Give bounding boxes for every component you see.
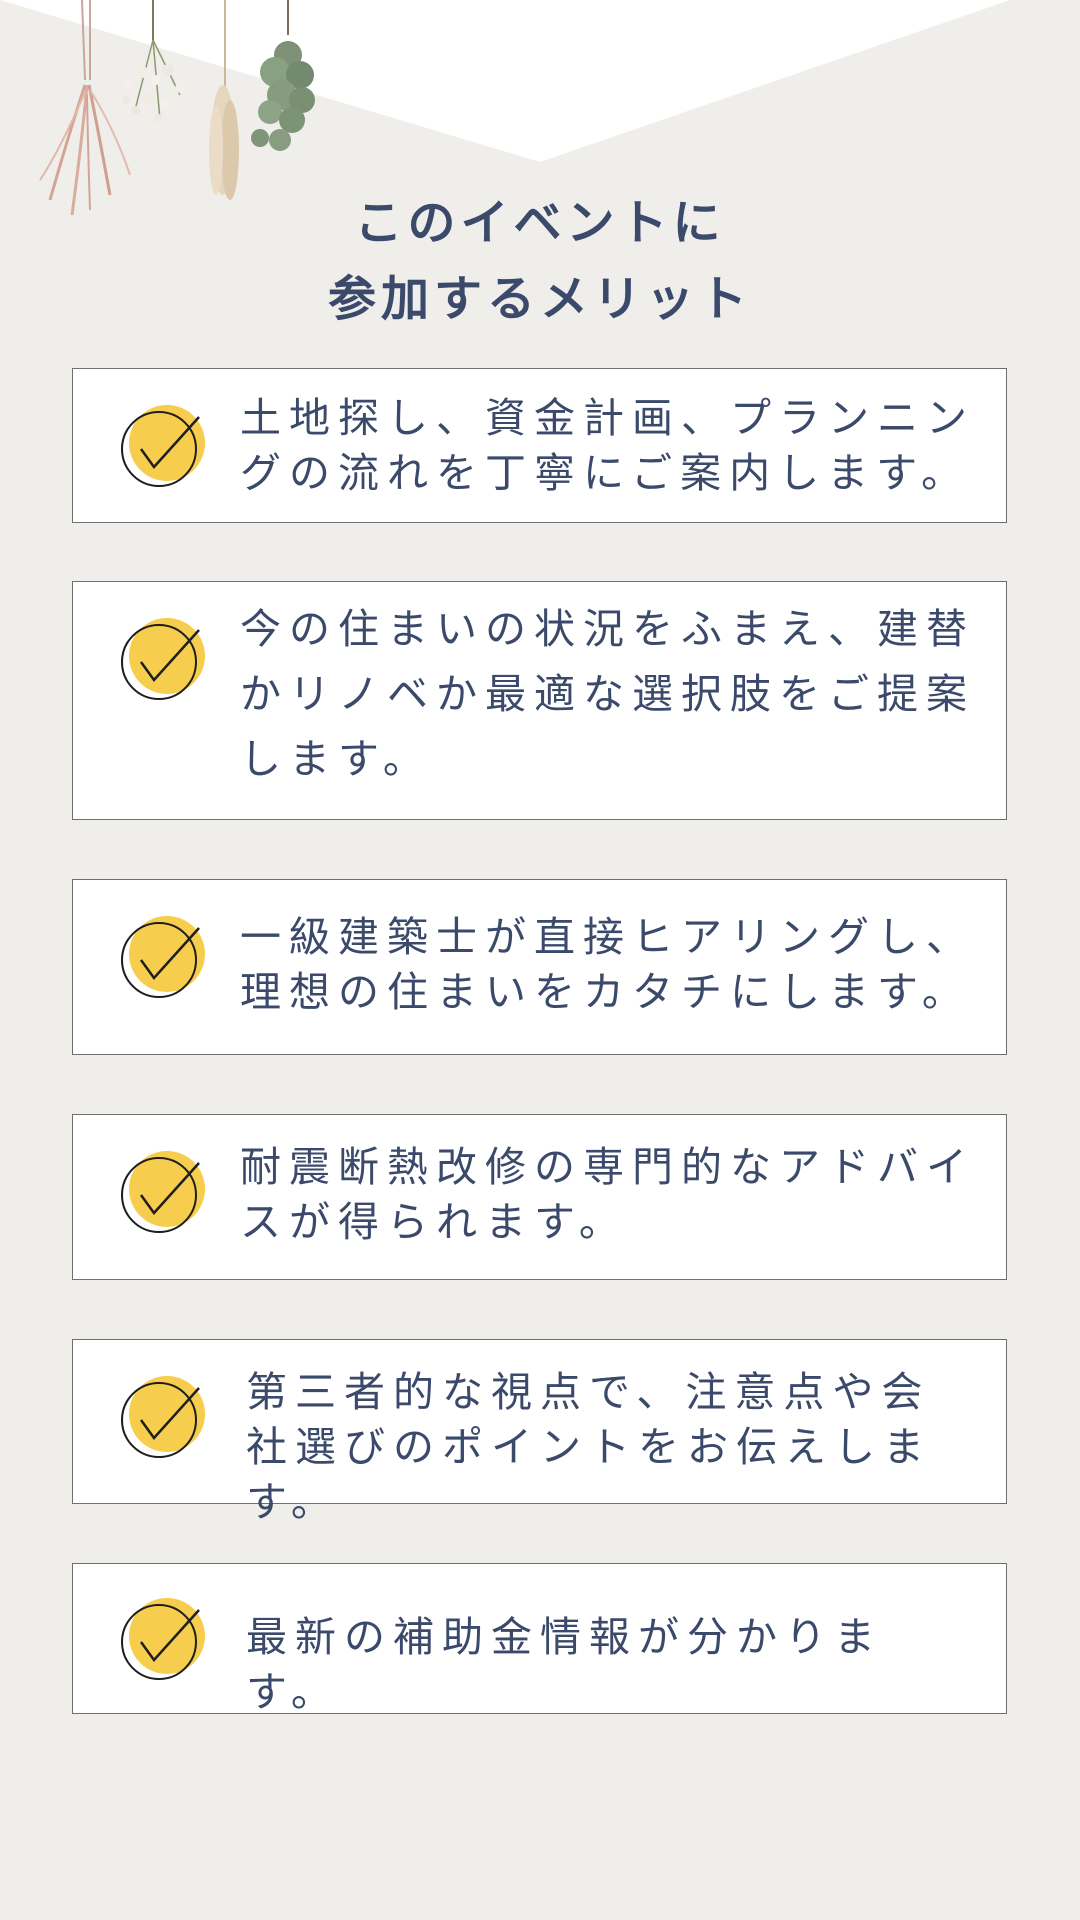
heading-line-1: このイベントに: [354, 195, 726, 251]
eucalyptus-bunch: [251, 0, 315, 151]
section-heading: このイベントに 参加するメリット: [0, 185, 1080, 337]
gypsophila-bunch: [122, 0, 185, 122]
benefit-text: 一級建築士が直接ヒアリングし、理想の住まいをカタチにします。: [240, 913, 975, 1016]
checkmark-circle-icon: [121, 618, 205, 700]
checkmark-circle-icon: [121, 1151, 205, 1233]
benefit-text: 第三者的な視点で、注意点や会社選びのポイントをお伝えします。: [246, 1368, 932, 1526]
benefit-text: 耐震断熱改修の専門的なアドバイスが得られます。: [240, 1143, 975, 1246]
benefit-text: 今の住まいの状況をふまえ、建替かリノベか最適な選択肢をご提案します。: [240, 605, 975, 783]
beige-pampas-bunch: [209, 0, 239, 200]
checkmark-circle-icon: [121, 1376, 205, 1458]
benefit-card: 一級建築士が直接ヒアリングし、理想の住まいをカタチにします。: [72, 879, 1007, 1055]
pink-pampas-bunch: [39, 0, 131, 216]
benefit-card: 耐震断熱改修の専門的なアドバイスが得られます。: [72, 1114, 1007, 1280]
checkmark-circle-icon: [121, 916, 205, 998]
benefit-card: 第三者的な視点で、注意点や会社選びのポイントをお伝えします。: [72, 1339, 1007, 1526]
checkmark-circle-icon: [121, 1598, 205, 1680]
benefit-text: 土地探し、資金計画、プランニングの流れを丁寧にご案内します。: [240, 394, 975, 497]
heading-line-2: 参加するメリット: [327, 271, 752, 327]
checkmark-circle-icon: [121, 405, 205, 487]
benefit-card: 最新の補助金情報が分かります。: [72, 1563, 1007, 1716]
benefit-text: 最新の補助金情報が分かります。: [246, 1613, 883, 1716]
benefit-card: 今の住まいの状況をふまえ、建替かリノベか最適な選択肢をご提案します。: [72, 581, 1007, 820]
benefit-card: 土地探し、資金計画、プランニングの流れを丁寧にご案内します。: [72, 368, 1007, 523]
